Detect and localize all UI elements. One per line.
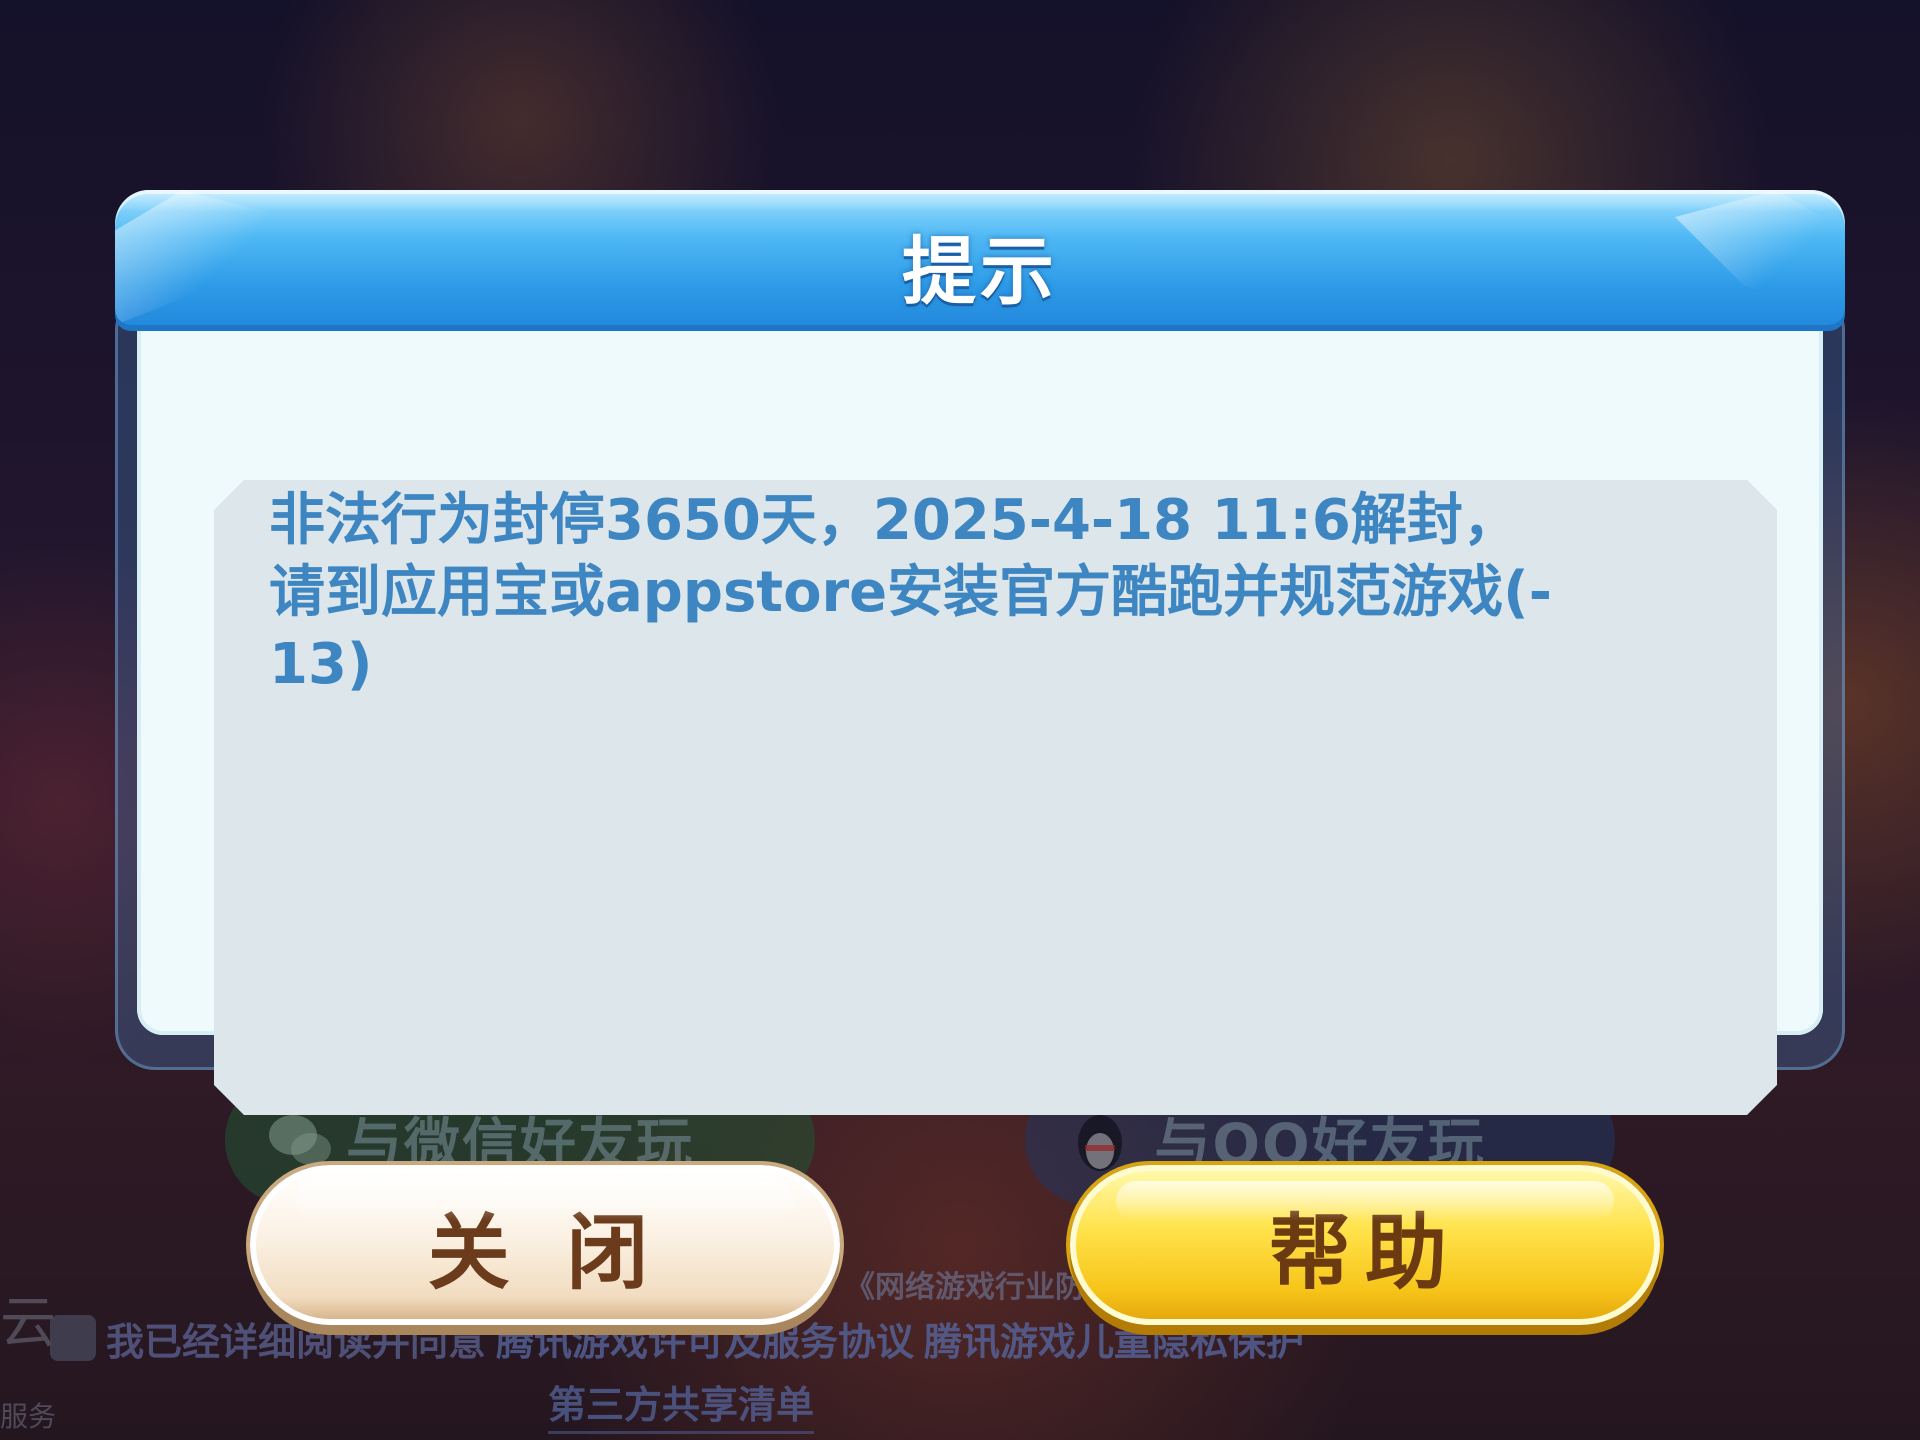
close-button[interactable]: 关 闭 [250,1165,840,1325]
dialog-title: 提示 [902,229,1058,315]
dialog-body: 非法行为封停3650天，2025-4-18 11:6解封，请到应用宝或appst… [137,300,1823,1035]
close-button-label: 关 闭 [427,1205,663,1301]
ban-message: 非法行为封停3650天，2025-4-18 11:6解封，请到应用宝或appst… [269,488,1552,697]
help-button-label: 帮助 [1268,1205,1461,1301]
header-shine [115,190,1845,212]
help-button[interactable]: 帮助 [1070,1165,1660,1325]
dialog-header: 提示 [115,190,1845,325]
notice-dialog: 非法行为封停3650天，2025-4-18 11:6解封，请到应用宝或appst… [115,190,1845,1060]
